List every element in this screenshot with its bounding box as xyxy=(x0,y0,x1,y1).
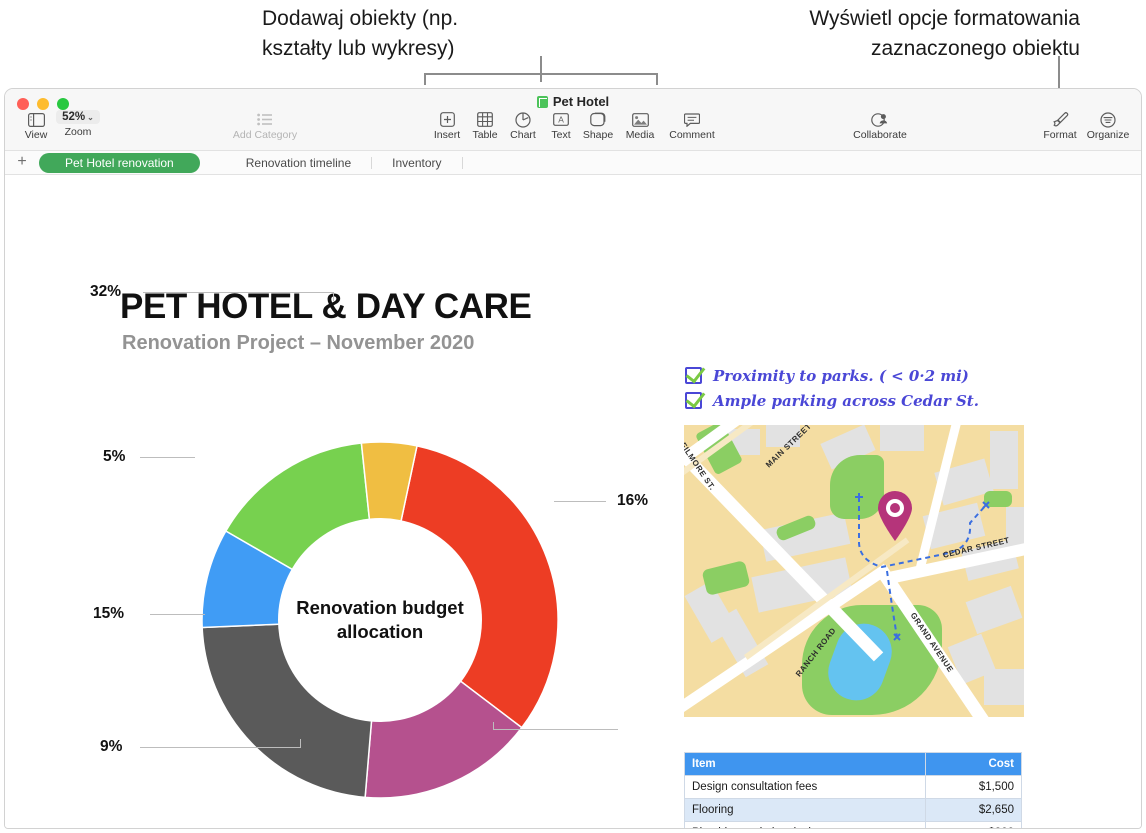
donut-svg: Renovation budget allocation xyxy=(201,441,559,799)
organize-icon xyxy=(1100,111,1116,128)
leader-15 xyxy=(150,614,205,615)
comment-button[interactable]: Comment xyxy=(655,111,729,141)
sheet-tab-pet-hotel-renovation[interactable]: Pet Hotel renovation xyxy=(39,152,200,173)
leader-32 xyxy=(143,292,333,293)
pct-label-16: 16% xyxy=(617,492,649,509)
leader-9-tick xyxy=(300,739,301,748)
collaborate-label: Collaborate xyxy=(853,129,907,141)
location-checklist: Proximity to parks. ( < 0·2 mi) Ample pa… xyxy=(685,363,1035,413)
tab-divider xyxy=(371,156,373,169)
toolbar: Pet Hotel View 52% ⌄ Zoom Add Category I… xyxy=(5,89,1141,151)
leader-5 xyxy=(140,457,195,458)
list-icon xyxy=(257,111,273,128)
chart-icon xyxy=(515,111,531,128)
donut-hole xyxy=(278,518,482,722)
numbers-app-window: Pet Hotel View 52% ⌄ Zoom Add Category I… xyxy=(4,88,1142,829)
callout-right-leader xyxy=(1058,56,1060,88)
document-icon xyxy=(536,95,548,108)
table-header-row: Item Cost xyxy=(684,752,1022,776)
table-cell-item[interactable]: Plumbing and electrical xyxy=(684,821,926,828)
leader-23 xyxy=(493,729,618,730)
leader-32-tick xyxy=(333,292,334,301)
zoom-label: Zoom xyxy=(64,126,92,138)
sheet-canvas[interactable]: PET HOTEL & DAY CARE Renovation Project … xyxy=(5,175,1141,828)
leader-9 xyxy=(140,747,300,748)
sheet-subheading: Renovation Project – November 2020 xyxy=(122,332,475,354)
tab-divider xyxy=(461,156,463,169)
collaborate-icon xyxy=(871,111,889,128)
cost-table[interactable]: Item Cost Design consultation fees $1,50… xyxy=(684,752,1022,828)
callout-add-objects: Dodawaj obiekty (np. kształty lub wykres… xyxy=(262,7,459,60)
organize-label: Organize xyxy=(1086,129,1130,141)
callout-left-bracket-left xyxy=(424,73,426,85)
sheet-tab-renovation-timeline[interactable]: Renovation timeline xyxy=(228,154,369,172)
table-row[interactable]: Flooring $2,650 xyxy=(684,798,1022,822)
add-category-label: Add Category xyxy=(232,129,298,141)
insert-icon xyxy=(439,111,455,128)
donut-center-line1: Renovation budget xyxy=(296,597,464,618)
image-icon xyxy=(631,111,649,128)
document-title: Pet Hotel xyxy=(5,94,1141,109)
collaborate-button[interactable]: Collaborate xyxy=(843,111,917,141)
zoom-value: 52% xyxy=(62,111,86,123)
format-label: Format xyxy=(1043,129,1077,141)
callout-format-options: Wyświetl opcje formatowania zaznaczonego… xyxy=(809,7,1080,60)
checkbox-checked-icon[interactable] xyxy=(685,392,702,409)
zoom-control[interactable]: 52% ⌄ Zoom xyxy=(43,110,113,138)
leader-16 xyxy=(554,501,606,502)
checklist-item[interactable]: Ample parking across Cedar St. xyxy=(685,388,1035,413)
callout-left-bracket-right xyxy=(656,73,658,85)
pct-label-32: 32% xyxy=(90,283,122,300)
callout-left-leader-horizontal xyxy=(424,73,658,75)
table-row[interactable]: Plumbing and electrical $800 xyxy=(684,821,1022,828)
table-cell-cost[interactable]: $2,650 xyxy=(925,798,1022,822)
location-map-image[interactable]: FILMORE ST. MAIN STREET CEDAR STREET GRA… xyxy=(684,425,1024,717)
callout-left-leader-vertical xyxy=(540,56,542,82)
table-cell-cost[interactable]: $1,500 xyxy=(925,775,1022,799)
media-label: Media xyxy=(625,129,655,141)
table-cell-item[interactable]: Design consultation fees xyxy=(684,775,926,799)
pct-label-9: 9% xyxy=(100,738,123,755)
svg-text:A: A xyxy=(558,115,564,125)
shape-icon xyxy=(590,111,606,128)
donut-center-line2: allocation xyxy=(337,621,423,642)
leader-23-tick xyxy=(493,722,494,730)
checklist-label-proximity: Proximity to parks. ( < 0·2 mi) xyxy=(713,366,969,385)
checklist-item[interactable]: Proximity to parks. ( < 0·2 mi) xyxy=(685,363,1035,388)
map-pin-icon xyxy=(878,491,912,541)
map-route xyxy=(855,493,990,641)
document-title-text: Pet Hotel xyxy=(552,94,610,109)
table-header-item: Item xyxy=(684,752,926,776)
paintbrush-icon xyxy=(1052,111,1069,128)
sheet-heading: PET HOTEL & DAY CARE xyxy=(120,287,532,326)
pct-label-15: 15% xyxy=(93,605,125,622)
pct-label-5: 5% xyxy=(103,448,126,465)
organize-button[interactable]: Organize xyxy=(1077,111,1139,141)
sidebar-icon xyxy=(27,111,45,128)
zoom-value-pill[interactable]: 52% ⌄ xyxy=(56,110,100,124)
table-cell-item[interactable]: Flooring xyxy=(684,798,926,822)
sheet-tab-bar: + Pet Hotel renovation Renovation timeli… xyxy=(5,151,1141,175)
chevron-down-icon: ⌄ xyxy=(87,112,94,122)
checklist-label-parking: Ample parking across Cedar St. xyxy=(713,391,979,410)
comment-icon xyxy=(684,111,700,128)
add-category-button[interactable]: Add Category xyxy=(205,111,325,141)
budget-donut-chart[interactable]: Renovation budget allocation xyxy=(80,370,680,820)
add-sheet-button[interactable]: + xyxy=(5,153,39,172)
table-row[interactable]: Design consultation fees $1,500 xyxy=(684,775,1022,799)
checkbox-checked-icon[interactable] xyxy=(685,367,702,384)
comment-label: Comment xyxy=(669,129,715,141)
table-cell-cost[interactable]: $800 xyxy=(925,821,1022,828)
table-header-cost: Cost xyxy=(925,752,1022,776)
sheet-tab-inventory[interactable]: Inventory xyxy=(374,154,459,172)
table-icon xyxy=(477,111,493,128)
